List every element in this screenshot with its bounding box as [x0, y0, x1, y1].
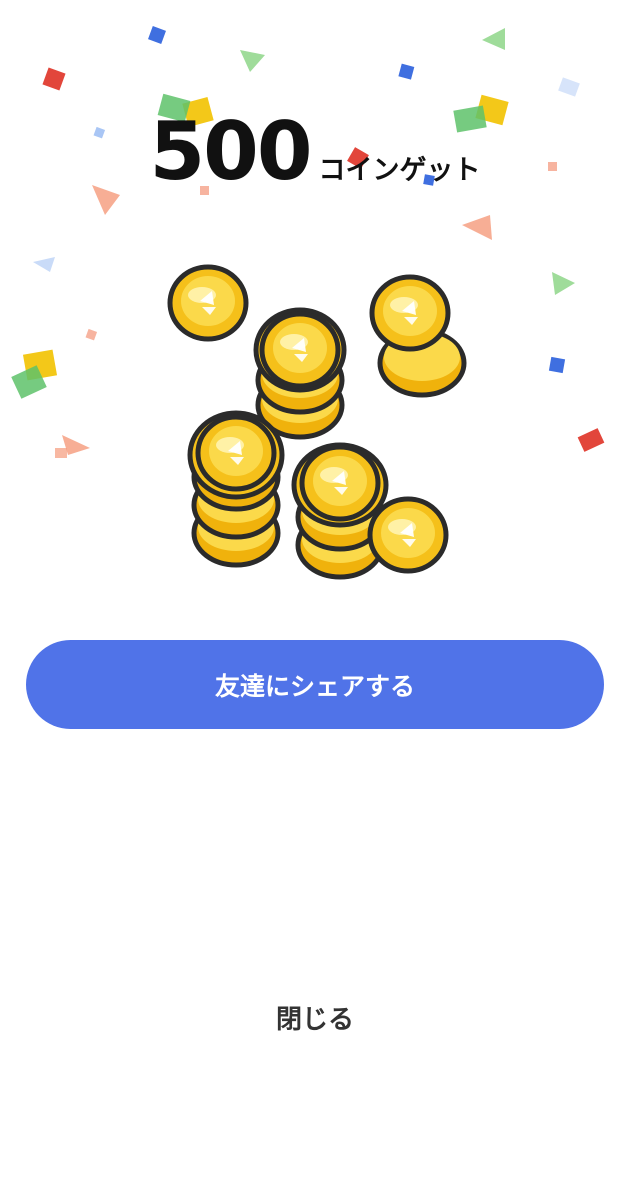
coin — [302, 447, 378, 519]
coin — [198, 417, 274, 489]
reward-title: 500 コインゲット — [0, 105, 630, 198]
confetti-piece — [240, 50, 265, 72]
confetti-piece — [398, 63, 415, 80]
confetti-piece — [33, 257, 55, 272]
confetti-piece — [148, 26, 166, 44]
confetti-piece — [462, 215, 492, 240]
confetti-piece — [577, 428, 605, 452]
confetti-piece — [558, 77, 580, 97]
confetti-piece — [482, 28, 505, 50]
confetti-piece — [552, 272, 575, 295]
confetti-piece — [85, 328, 98, 341]
coin — [370, 499, 446, 571]
reward-amount: 500 — [149, 105, 313, 198]
coin-stack-icon — [160, 255, 470, 590]
coin — [262, 314, 338, 386]
confetti-piece — [548, 356, 566, 374]
coin — [372, 277, 448, 349]
confetti-piece — [42, 67, 66, 91]
close-button[interactable]: 閉じる — [215, 995, 415, 1045]
reward-unit-label: コインゲット — [318, 155, 481, 186]
share-with-friends-button[interactable]: 友達にシェアする — [26, 640, 604, 729]
coin — [170, 267, 246, 339]
confetti-piece — [55, 448, 67, 458]
